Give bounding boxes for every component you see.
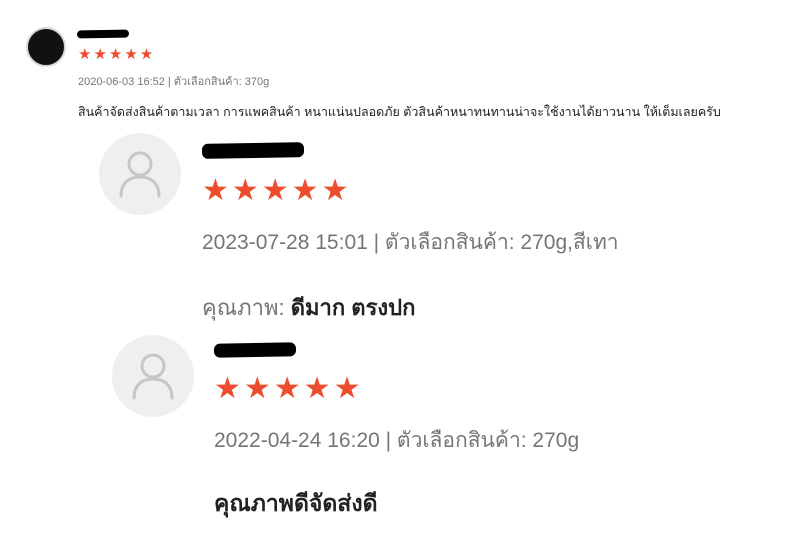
redacted-username	[213, 342, 297, 358]
star-icon: ★★★★★	[78, 46, 156, 63]
user-avatar[interactable]	[99, 133, 181, 215]
review-item-2: ★★★★★ 2023-07-28 15:01 | ตัวเลือกสินค้า:…	[0, 130, 800, 330]
rating-stars: ★★★★★	[214, 374, 363, 404]
rating-stars: ★★★★★	[78, 47, 155, 62]
redacted-username	[76, 29, 130, 39]
review-meta: 2022-04-24 16:20 | ตัวเลือกสินค้า: 270g	[214, 429, 580, 452]
review-item-1: ★★★★★ 2020-06-03 16:52 | ตัวเลือกสินค้า:…	[0, 0, 800, 130]
quality-label: คุณภาพ:	[202, 295, 285, 320]
redacted-username	[201, 142, 305, 159]
user-avatar[interactable]	[26, 27, 66, 67]
rating-stars: ★★★★★	[202, 176, 351, 206]
review-item-3: ★★★★★ 2022-04-24 16:20 | ตัวเลือกสินค้า:…	[0, 330, 800, 533]
star-icon: ★★★★★	[202, 174, 352, 207]
quality-value: ดีมาก ตรงปก	[290, 295, 416, 320]
quality-line: คุณภาพ: ดีมาก ตรงปก	[202, 290, 415, 325]
user-placeholder-icon	[119, 151, 161, 198]
review-text: คุณภาพดีจัดส่งดี	[214, 490, 378, 516]
review-meta: 2020-06-03 16:52 | ตัวเลือกสินค้า: 370g	[78, 76, 270, 88]
review-meta: 2023-07-28 15:01 | ตัวเลือกสินค้า: 270g,…	[202, 231, 619, 254]
star-icon: ★★★★★	[214, 372, 364, 405]
user-placeholder-icon	[132, 353, 174, 400]
user-avatar[interactable]	[112, 335, 194, 417]
review-text: สินค้าจัดส่งสินค้าตามเวลา การแพคสินค้า ห…	[78, 105, 721, 119]
